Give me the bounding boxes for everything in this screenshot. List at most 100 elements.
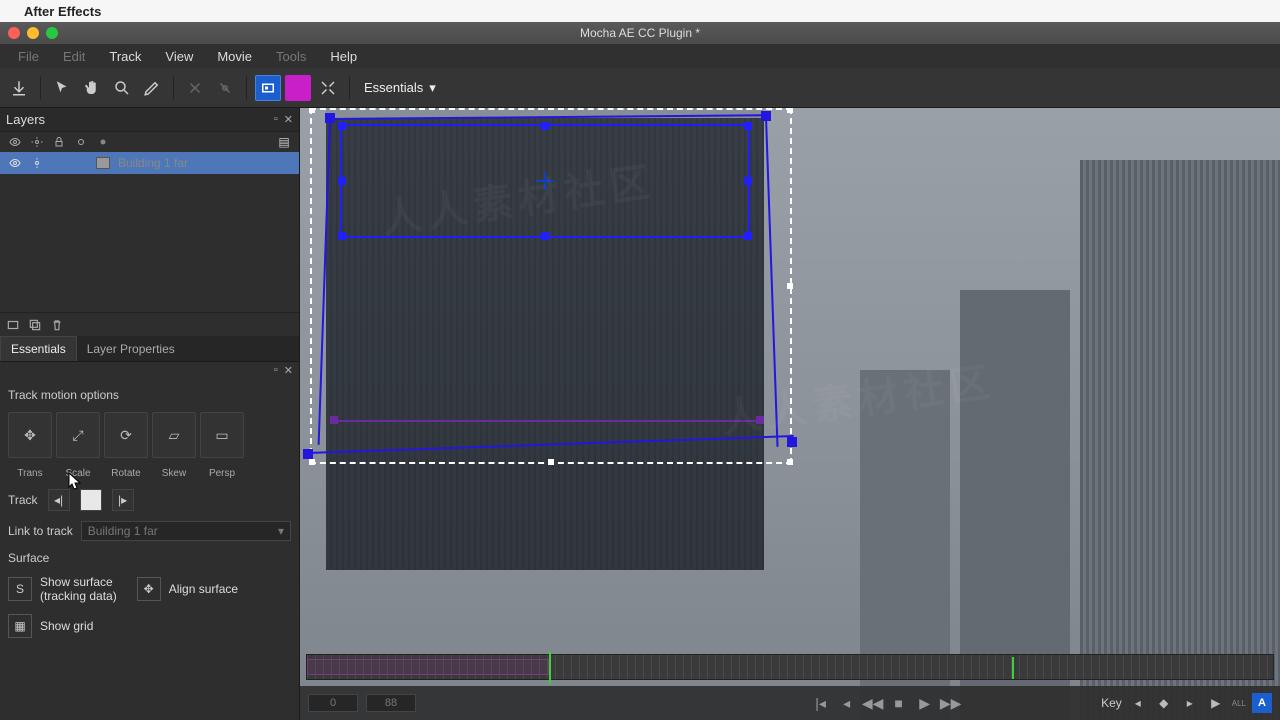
spline-color-column-icon[interactable]: [74, 135, 88, 149]
menu-tools[interactable]: Tools: [264, 45, 318, 68]
play-forward-button[interactable]: ▶: [914, 692, 936, 714]
save-icon[interactable]: [6, 75, 32, 101]
track-stop-button[interactable]: [80, 489, 102, 511]
layers-column-header: ▤: [0, 132, 299, 152]
track-motion-options: ✥ ⤢ ⟳ ▱ ▭: [8, 412, 291, 458]
track-label: Track: [8, 493, 38, 507]
translate-option[interactable]: ✥: [8, 412, 52, 458]
undock-icon[interactable]: ▫: [274, 364, 278, 378]
spline-edge[interactable]: [334, 420, 760, 422]
playback-controls: |◂ ◂ ◀◀ ■ ▶ ▶▶: [810, 692, 962, 714]
show-surface-btn-icon: S: [8, 577, 32, 601]
align-surface-label: Align surface: [169, 582, 238, 596]
spline-point[interactable]: [330, 416, 338, 424]
process-column-icon[interactable]: [30, 135, 44, 149]
zoom-tool-icon[interactable]: [109, 75, 135, 101]
new-group-icon[interactable]: [6, 318, 20, 332]
sidebar: Layers ▫ ✕ ▤ Building 1 f: [0, 108, 300, 720]
layer-visibility-icon[interactable]: [8, 156, 22, 170]
undock-icon[interactable]: ▫: [274, 113, 278, 126]
surface-buttons: S Show surface (tracking data) ✥ Align s…: [8, 575, 291, 638]
show-layer-mattes-icon[interactable]: [285, 75, 311, 101]
hand-tool-icon[interactable]: [79, 75, 105, 101]
autokey-toggle[interactable]: A: [1252, 693, 1272, 713]
viewport[interactable]: 人人素材社区 人人素材社区 0 88 |◂ ◂ ◀◀ ■ ▶ ▶▶ Key: [300, 108, 1280, 720]
add-key-button[interactable]: ◆: [1154, 693, 1174, 713]
menu-view[interactable]: View: [153, 45, 205, 68]
tab-essentials[interactable]: Essentials: [0, 336, 77, 361]
app-menubar: File Edit Track View Movie Tools Help: [0, 44, 1280, 68]
pointer-tool-icon[interactable]: [49, 75, 75, 101]
track-backward-button[interactable]: ◂|: [48, 489, 70, 511]
tab-layer-properties[interactable]: Layer Properties: [77, 337, 185, 361]
link-to-track-select[interactable]: Building 1 far ▾: [81, 521, 291, 541]
close-window-icon[interactable]: [8, 27, 20, 39]
align-surface-button[interactable]: ✥ Align surface: [137, 575, 238, 604]
zoom-window-icon[interactable]: [46, 27, 58, 39]
bezier-tool-icon[interactable]: [212, 75, 238, 101]
host-app-name: After Effects: [24, 4, 101, 19]
step-back-button[interactable]: ◂: [836, 692, 858, 714]
show-grid-label: Show grid: [40, 619, 93, 633]
spline-point[interactable]: [756, 416, 764, 424]
expand-tool-icon[interactable]: [315, 75, 341, 101]
track-motion-labels: Trans Scale Rotate Skew Persp: [8, 468, 291, 479]
close-panel-icon[interactable]: ✕: [284, 364, 293, 378]
layer-color-swatch[interactable]: [96, 157, 110, 169]
prev-key-button[interactable]: ◂: [1128, 693, 1148, 713]
matte-color-column-icon[interactable]: [96, 135, 110, 149]
close-panel-icon[interactable]: ✕: [284, 113, 293, 126]
minimize-window-icon[interactable]: [27, 27, 39, 39]
workspace-label: Essentials: [364, 80, 423, 95]
skew-option[interactable]: ▱: [152, 412, 196, 458]
autokey-button[interactable]: ▶: [1206, 693, 1226, 713]
menu-file[interactable]: File: [6, 45, 51, 68]
workspace-selector[interactable]: Essentials ▾: [358, 80, 442, 96]
skew-icon: ▱: [169, 427, 180, 444]
building-shape: [1080, 160, 1280, 720]
xspline-tool-icon[interactable]: [182, 75, 208, 101]
menu-help[interactable]: Help: [318, 45, 369, 68]
timeline[interactable]: [300, 654, 1280, 686]
menu-track[interactable]: Track: [97, 45, 153, 68]
transport-bar: 0 88 |◂ ◂ ◀◀ ■ ▶ ▶▶ Key ◂ ◆ ▸ ▶ ALL A: [300, 686, 1280, 720]
spline-center-icon: [536, 172, 554, 190]
layers-menu-icon[interactable]: ▤: [277, 135, 291, 149]
perspective-option[interactable]: ▭: [200, 412, 244, 458]
lock-column-icon[interactable]: [52, 135, 66, 149]
perspective-icon: ▭: [215, 427, 228, 444]
toolbar: Essentials ▾: [0, 68, 1280, 108]
track-spline[interactable]: [340, 124, 750, 238]
current-frame-field[interactable]: 88: [366, 694, 416, 712]
window-titlebar: Mocha AE CC Plugin *: [0, 22, 1280, 44]
stop-button[interactable]: ■: [888, 692, 910, 714]
menu-edit[interactable]: Edit: [51, 45, 97, 68]
menu-movie[interactable]: Movie: [205, 45, 264, 68]
separator: [349, 76, 350, 100]
in-frame-field[interactable]: 0: [308, 694, 358, 712]
link-to-track-value: Building 1 far: [88, 524, 158, 538]
next-key-button[interactable]: ▸: [1180, 693, 1200, 713]
link-to-track-row: Link to track Building 1 far ▾: [8, 521, 291, 541]
show-grid-button[interactable]: ▦ Show grid: [8, 614, 93, 638]
autokey-all-label: ALL: [1232, 699, 1246, 708]
layer-process-icon[interactable]: [30, 156, 44, 170]
step-forward-button[interactable]: ▶▶: [940, 692, 962, 714]
show-surface-icon[interactable]: [255, 75, 281, 101]
visibility-column-icon[interactable]: [8, 135, 22, 149]
play-backward-button[interactable]: ◀◀: [862, 692, 884, 714]
scale-option[interactable]: ⤢: [56, 412, 100, 458]
rotate-option[interactable]: ⟳: [104, 412, 148, 458]
show-surface-button[interactable]: S Show surface (tracking data): [8, 575, 117, 604]
key-label: Key: [1101, 696, 1122, 710]
separator: [173, 76, 174, 100]
go-to-start-button[interactable]: |◂: [810, 692, 832, 714]
rotate-label: Rotate: [104, 468, 148, 479]
duplicate-layer-icon[interactable]: [28, 318, 42, 332]
separator: [246, 76, 247, 100]
delete-layer-icon[interactable]: [50, 318, 64, 332]
pen-tool-icon[interactable]: [139, 75, 165, 101]
layer-row[interactable]: Building 1 far: [0, 152, 299, 174]
track-forward-button[interactable]: |▸: [112, 489, 134, 511]
layer-name[interactable]: Building 1 far: [118, 156, 188, 170]
